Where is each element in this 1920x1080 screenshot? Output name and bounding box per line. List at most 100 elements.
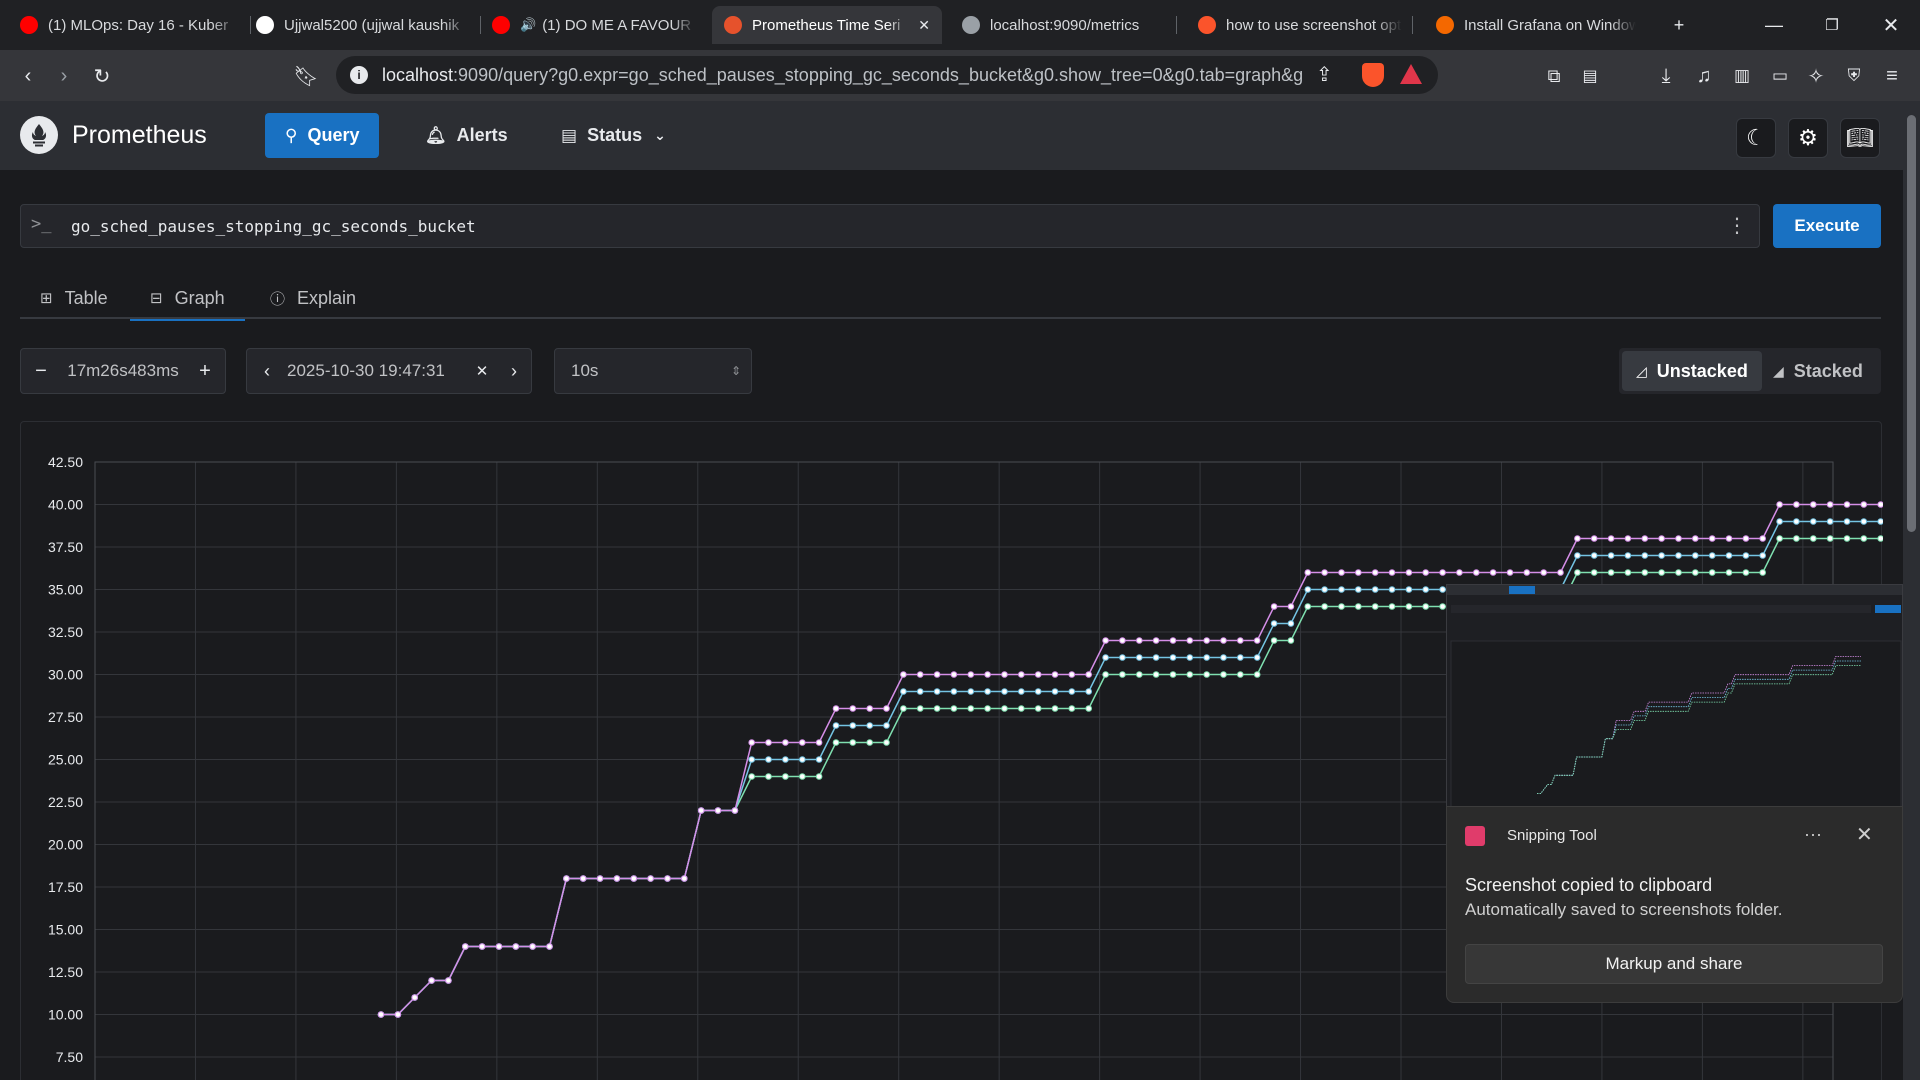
chevron-left-icon[interactable]: ‹ — [247, 361, 287, 382]
download-icon[interactable]: ⤓ — [1650, 60, 1682, 92]
maximize-icon[interactable]: ❐ — [1803, 0, 1861, 50]
close-icon[interactable]: ✕ — [1856, 822, 1873, 847]
toast-app-name: Snipping Tool — [1507, 827, 1597, 844]
data-point — [832, 739, 840, 746]
data-point — [1658, 552, 1665, 559]
data-point — [1759, 569, 1766, 576]
resolution-select[interactable]: 10s ⇕ — [554, 348, 752, 394]
forward-icon[interactable]: › — [48, 60, 80, 92]
docs-button[interactable]: 📖︎ — [1840, 118, 1880, 158]
scrollbar-thumb[interactable] — [1907, 115, 1916, 532]
data-point — [1304, 603, 1312, 610]
browser-tab[interactable]: how to use screenshot opt — [1186, 6, 1414, 44]
settings-button[interactable]: ⚙ — [1788, 118, 1828, 158]
bookmark-icon[interactable]: 🔖︎ — [290, 60, 322, 92]
page-scrollbar[interactable] — [1903, 101, 1920, 1080]
audio-icon[interactable]: 🔊 — [520, 17, 536, 33]
minimize-icon[interactable]: — — [1745, 0, 1803, 50]
stacked-button[interactable]: ◢ Stacked — [1759, 351, 1877, 391]
share-icon[interactable]: ⇪ — [1316, 62, 1333, 87]
data-point — [1776, 501, 1783, 508]
data-point — [748, 773, 756, 780]
data-point — [1220, 671, 1227, 678]
browser-tab[interactable]: Ujjwal5200 (ujjwal kaushik — [244, 6, 482, 44]
new-tab-button[interactable]: + — [1650, 0, 1708, 50]
data-point — [1793, 535, 1800, 542]
browser-tab[interactable]: Install Grafana on Window — [1424, 6, 1648, 44]
data-point — [1321, 603, 1328, 610]
data-point — [1708, 569, 1716, 576]
media-icon[interactable]: ♫ — [1688, 60, 1720, 92]
range-value[interactable]: 17m26s483ms — [61, 361, 185, 381]
browser-tab[interactable]: Prometheus Time Seri ✕ — [712, 6, 942, 44]
range-control: − 17m26s483ms + — [20, 348, 226, 394]
browser-tab[interactable]: localhost:9090/metrics — [950, 6, 1178, 44]
vpn-icon[interactable]: ⛨ — [1838, 60, 1870, 92]
brave-shields-icon[interactable] — [1362, 63, 1384, 87]
prometheus-logo-icon — [20, 116, 58, 154]
wallet-icon[interactable]: ▭ — [1764, 60, 1796, 92]
reload-icon[interactable]: ↻ — [86, 60, 118, 92]
data-point — [1692, 535, 1699, 542]
address-bar[interactable]: i localhost:9090/query?g0.expr=go_sched_… — [336, 56, 1438, 94]
nav-query[interactable]: ⚲ Query — [265, 113, 380, 158]
github-icon — [256, 16, 274, 34]
data-point — [1574, 552, 1581, 559]
unstacked-button[interactable]: ◿ Unstacked — [1622, 351, 1762, 391]
extensions-icon[interactable]: ⧉ — [1538, 60, 1570, 92]
sidebar-icon[interactable]: ▥ — [1726, 60, 1758, 92]
markup-and-share-button[interactable]: Markup and share — [1465, 944, 1883, 984]
y-tick-label: 40.00 — [48, 497, 83, 513]
clear-icon[interactable]: ✕ — [467, 362, 497, 380]
data-point — [411, 994, 419, 1001]
nav-status[interactable]: ▤ Status ⌄ — [541, 113, 686, 158]
leo-icon[interactable]: ✧ — [1800, 60, 1832, 92]
data-point — [1051, 705, 1059, 712]
reader-icon[interactable]: ▤ — [1574, 60, 1606, 92]
execute-button[interactable]: Execute — [1773, 204, 1881, 248]
data-point — [1287, 620, 1295, 627]
data-point — [1826, 518, 1834, 525]
data-point — [1304, 569, 1312, 576]
data-point — [748, 739, 756, 746]
data-point — [900, 671, 907, 678]
nav-alerts[interactable]: 🔔︎ Alerts — [405, 113, 528, 158]
data-point — [1557, 569, 1564, 576]
data-point — [1355, 569, 1362, 576]
back-icon[interactable]: ‹ — [12, 60, 44, 92]
window-close-icon[interactable]: ✕ — [1862, 0, 1920, 50]
end-time-value[interactable]: 2025-10-30 19:47:31 — [287, 361, 467, 381]
theme-toggle-button[interactable]: ☾ — [1736, 118, 1776, 158]
y-tick-label: 25.00 — [48, 752, 83, 768]
decrease-range-button[interactable]: − — [21, 360, 61, 383]
table-icon: ⊞ — [40, 290, 53, 307]
gear-icon: ⚙ — [1798, 125, 1818, 150]
tab-close-icon[interactable]: ✕ — [918, 17, 930, 34]
tab-graph[interactable]: ⊟ Graph — [130, 277, 245, 321]
more-options-icon[interactable]: ⋮ — [1727, 213, 1747, 238]
chevron-right-icon[interactable]: › — [497, 361, 531, 382]
tab-explain[interactable]: ⓘ Explain — [250, 277, 376, 319]
snipping-tool-notification[interactable]: Snipping Tool ··· ✕ Screenshot copied to… — [1446, 806, 1903, 1003]
brand-name: Prometheus — [72, 120, 207, 149]
screenshot-preview[interactable] — [1446, 584, 1903, 808]
browser-tab[interactable]: 🔊 (1) DO ME A FAVOUR ( — [480, 6, 708, 44]
data-point — [883, 705, 890, 712]
data-point — [1119, 671, 1126, 678]
more-icon[interactable]: ··· — [1804, 824, 1822, 845]
data-point — [1590, 535, 1598, 542]
brand[interactable]: Prometheus — [20, 116, 207, 154]
prometheus-icon — [724, 16, 742, 34]
increase-range-button[interactable]: + — [185, 360, 225, 383]
query-input[interactable]: >_ go_sched_pauses_stopping_gc_seconds_b… — [20, 204, 1760, 248]
menu-icon[interactable]: ≡ — [1876, 60, 1908, 92]
brave-rewards-icon[interactable] — [1400, 64, 1422, 84]
data-point — [1388, 603, 1396, 610]
query-expression[interactable]: go_sched_pauses_stopping_gc_seconds_buck… — [71, 217, 476, 236]
browser-tab[interactable]: (1) MLOps: Day 16 - Kuber — [8, 6, 252, 44]
data-point — [1776, 518, 1783, 525]
tab-table[interactable]: ⊞ Table — [20, 277, 128, 319]
data-point — [1742, 552, 1750, 559]
data-point — [1068, 705, 1076, 712]
site-info-icon[interactable]: i — [350, 66, 368, 84]
